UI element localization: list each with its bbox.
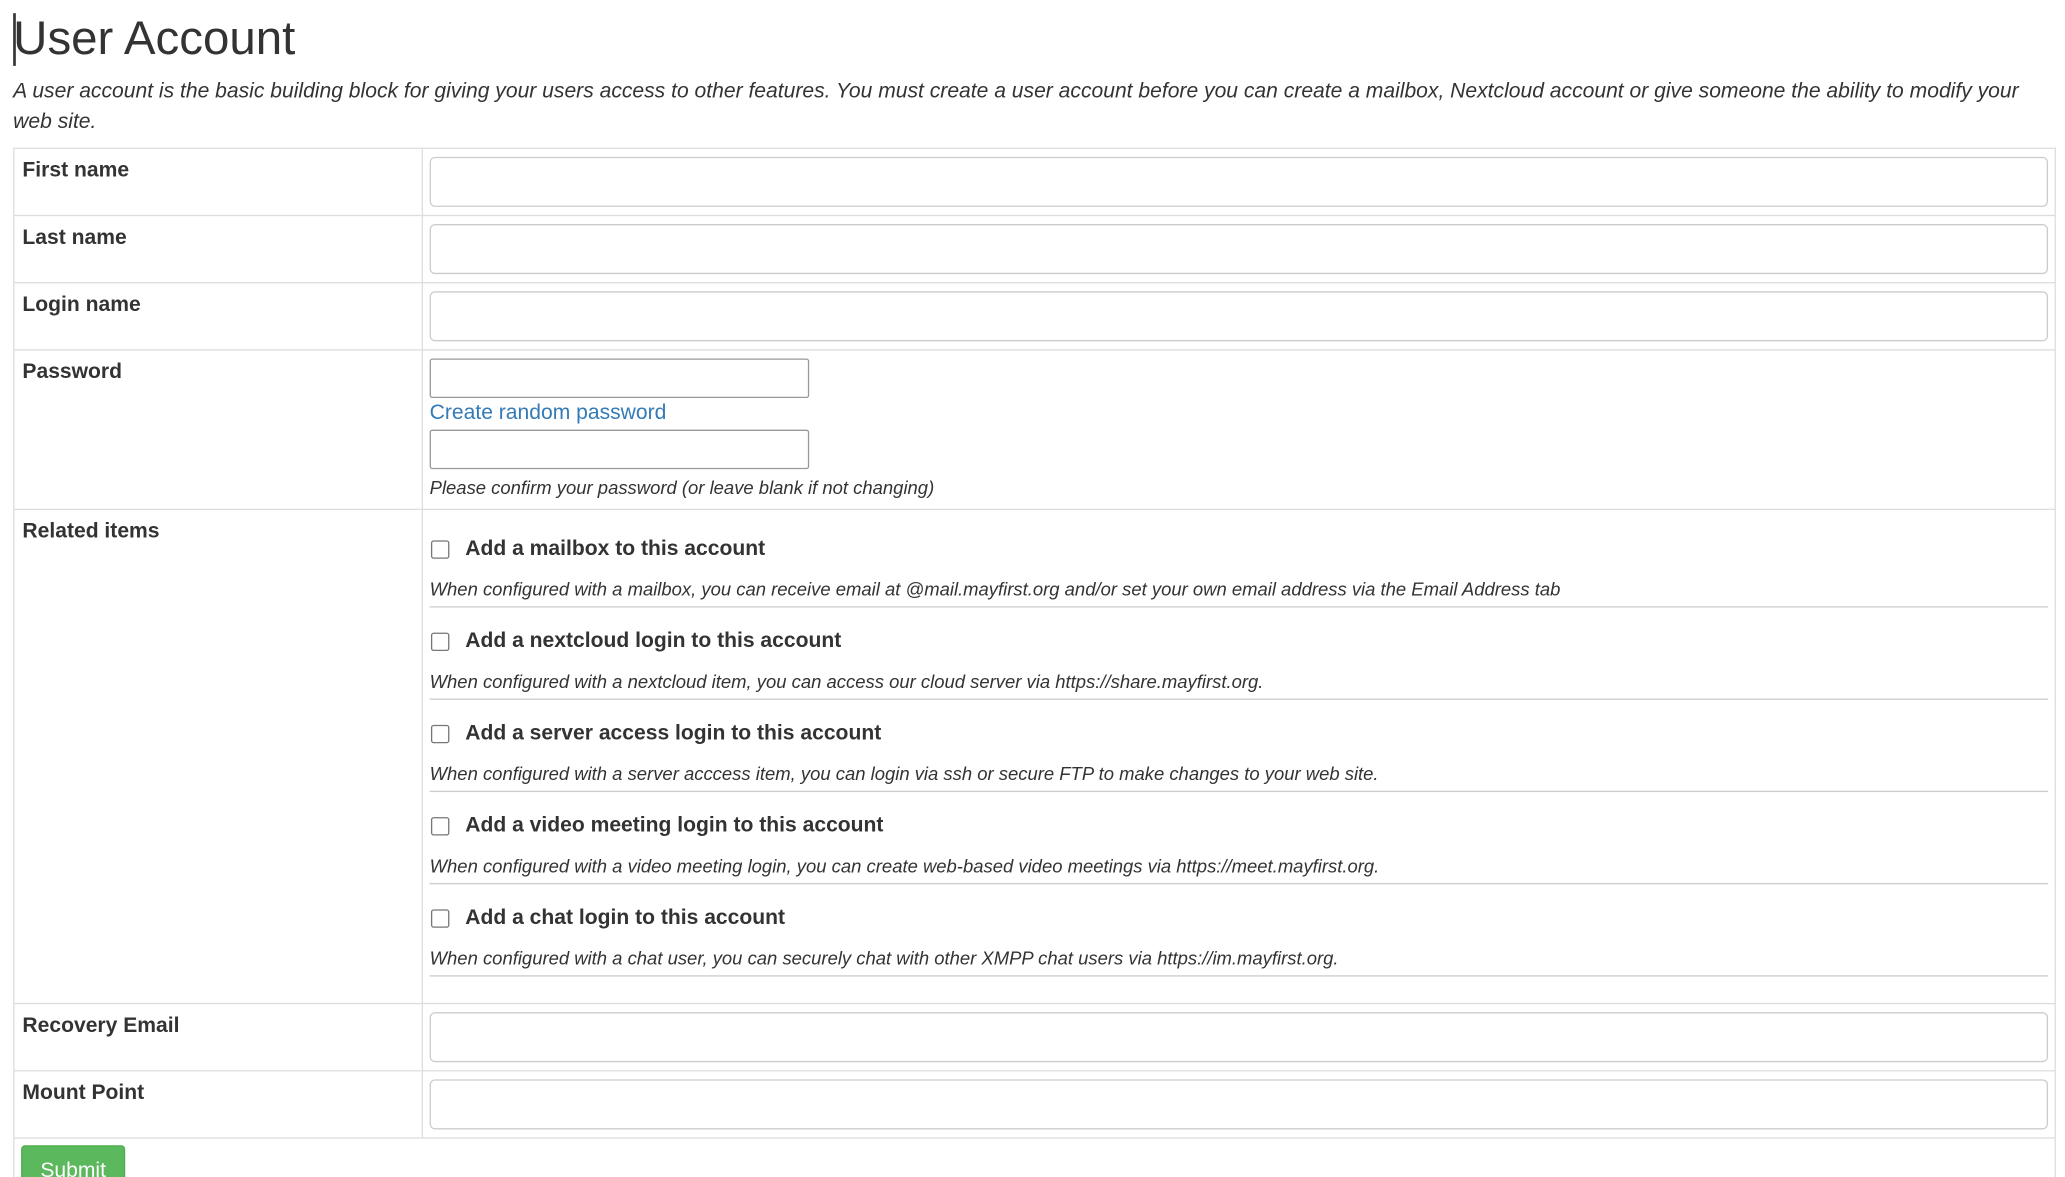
last-name-row: Last name [13,214,2056,283]
mailbox-checkbox[interactable] [430,540,450,559]
intro-text: A user account is the basic building blo… [13,80,2019,134]
video-meeting-help: When configured with a video meeting log… [429,855,1380,877]
submit-button[interactable]: Submit [21,1145,126,1177]
server-access-checkbox[interactable] [430,724,450,744]
text-caret [13,13,16,66]
password-row: Password Create random password Please c… [13,349,2056,510]
related-item-nextcloud: Add a nextcloud login to this account Wh… [429,626,2049,700]
password-confirm-help: Please confirm your password (or leave b… [429,477,935,499]
nextcloud-checkbox-label[interactable]: Add a nextcloud login to this account [465,630,841,654]
related-item-server-access: Add a server access login to this accoun… [429,718,2049,793]
password-label: Password [13,349,424,510]
first-name-label: First name [13,147,424,216]
nextcloud-checkbox[interactable] [430,632,450,652]
password-confirm-input[interactable] [429,429,810,470]
mailbox-help: When configured with a mailbox, you can … [429,578,1561,600]
create-random-password-link[interactable]: Create random password [430,399,667,428]
user-account-form: First name Last name Login name Password… [13,147,2056,1177]
related-items-row: Related items Add a mailbox to this acco… [13,508,2056,1004]
login-name-label: Login name [13,282,424,350]
server-access-checkbox-label[interactable]: Add a server access login to this accoun… [465,722,881,746]
chat-checkbox[interactable] [430,909,450,928]
video-meeting-checkbox-label[interactable]: Add a video meeting login to this accoun… [465,814,883,838]
page-title-text: User Account [13,10,296,65]
chat-help: When configured with a chat user, you ca… [429,947,1339,969]
video-meeting-checkbox[interactable] [430,817,450,836]
server-access-help: When configured with a server acccess it… [429,763,1379,785]
page: User Account A user account is the basic… [0,0,2065,1177]
last-name-label: Last name [13,214,424,283]
recovery-email-row: Recovery Email [13,1002,2056,1071]
page-title: User Account [0,0,2065,69]
mailbox-checkbox-label[interactable]: Add a mailbox to this account [465,538,765,562]
login-name-input[interactable] [429,291,2049,342]
last-name-input[interactable] [429,224,2049,275]
mount-point-label: Mount Point [13,1070,424,1139]
related-items-list: Add a mailbox to this account When confi… [429,518,2049,977]
submit-row: Submit [13,1137,2056,1177]
related-items-label: Related items [13,508,424,1004]
related-item-video-meeting: Add a video meeting login to this accoun… [429,811,2049,885]
first-name-input[interactable] [429,156,2049,207]
chat-checkbox-label[interactable]: Add a chat login to this account [465,907,785,931]
recovery-email-input[interactable] [429,1012,2049,1063]
first-name-row: First name [13,147,2056,216]
password-input[interactable] [429,358,810,399]
related-item-mailbox: Add a mailbox to this account When confi… [429,534,2049,608]
related-item-chat: Add a chat login to this account When co… [429,903,2049,977]
mount-point-input[interactable] [429,1079,2049,1130]
nextcloud-help: When configured with a nextcloud item, y… [429,670,1264,692]
login-name-row: Login name [13,282,2056,350]
recovery-email-label: Recovery Email [13,1002,424,1071]
mount-point-row: Mount Point [13,1070,2056,1139]
content: User Account A user account is the basic… [0,0,2065,1177]
